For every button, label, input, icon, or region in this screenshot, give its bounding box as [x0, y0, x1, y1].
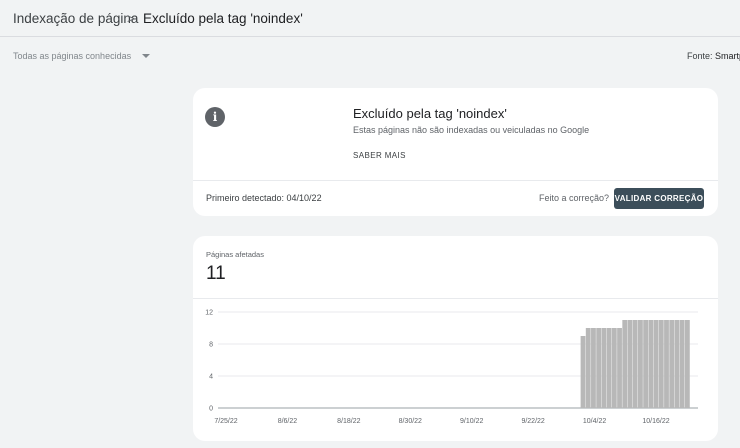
chart-bar — [617, 328, 622, 408]
issue-details-card: i Excluído pela tag 'noindex' Estas pági… — [193, 88, 718, 216]
source-selector[interactable]: Fonte: Smartp — [687, 51, 740, 61]
chart-bar — [648, 320, 654, 408]
first-detected-date: Primeiro detectado: 04/10/22 — [206, 193, 322, 203]
x-tick-label: 8/18/22 — [337, 418, 360, 425]
chart-bar — [679, 320, 685, 408]
x-tick-label: 8/6/22 — [278, 418, 298, 425]
x-tick-label: 10/4/22 — [583, 418, 606, 425]
chart-bar — [632, 320, 638, 408]
y-tick-label: 0 — [209, 406, 213, 413]
affected-pages-label: Páginas afetadas — [206, 250, 264, 259]
chart-bar — [596, 328, 602, 408]
chart-bar — [601, 328, 607, 408]
issue-title: Excluído pela tag 'noindex' — [353, 106, 507, 121]
affected-pages-chart: 0 4 8 12 7/25/22 8/6/22 8/18/22 8/30/22 9/10/22 9… — [205, 310, 698, 425]
chart-bar — [653, 320, 659, 408]
chart-bar — [591, 328, 596, 408]
x-tick-label: 8/30/22 — [399, 418, 422, 425]
chart-bar — [669, 320, 675, 408]
x-tick-label: 9/10/22 — [460, 418, 483, 425]
chart-bar — [638, 320, 643, 408]
source-value: Smartp — [715, 51, 740, 61]
chart-bar — [658, 320, 664, 408]
breadcrumb-parent-link[interactable]: Indexação de página — [13, 11, 138, 26]
chart-bar — [664, 320, 669, 408]
chart-bar — [684, 320, 690, 408]
y-tick-label: 12 — [205, 310, 213, 317]
chart-bar — [585, 328, 591, 408]
chart-bar — [580, 336, 586, 408]
issue-description: Estas páginas não são indexadas ou veicu… — [353, 125, 590, 135]
x-tick-label: 9/22/22 — [521, 418, 544, 425]
y-tick-label: 4 — [209, 374, 213, 381]
chart-bar — [611, 328, 617, 408]
learn-more-link[interactable]: SABER MAIS — [353, 151, 406, 160]
chart-bar — [627, 320, 633, 408]
x-tick-label: 10/16/22 — [642, 418, 669, 425]
fixed-question-label: Feito a correção? — [539, 193, 610, 203]
affected-pages-count: 11 — [206, 263, 226, 284]
x-tick-label: 7/25/22 — [214, 418, 237, 425]
chart-bar — [606, 328, 612, 408]
chart-bar — [643, 320, 649, 408]
source-label: Fonte: — [687, 51, 713, 61]
info-icon: i — [205, 107, 225, 127]
chart-bar — [622, 320, 628, 408]
divider — [193, 180, 718, 181]
pages-filter-dropdown[interactable]: Todas as páginas conhecidas — [13, 51, 131, 61]
dropdown-caret-icon[interactable] — [142, 54, 150, 58]
top-bar: Indexação de página > Excluído pela tag … — [0, 0, 740, 37]
affected-pages-card: Páginas afetadas 11 0 4 8 12 7/25/22 8/6/22 8/… — [193, 236, 718, 441]
chevron-right-icon: > — [127, 11, 135, 26]
chart-bar — [674, 320, 680, 408]
y-tick-label: 8 — [209, 342, 213, 349]
validate-fix-button[interactable]: VALIDAR CORREÇÃO — [614, 188, 704, 209]
page-title: Excluído pela tag 'noindex' — [143, 11, 303, 26]
